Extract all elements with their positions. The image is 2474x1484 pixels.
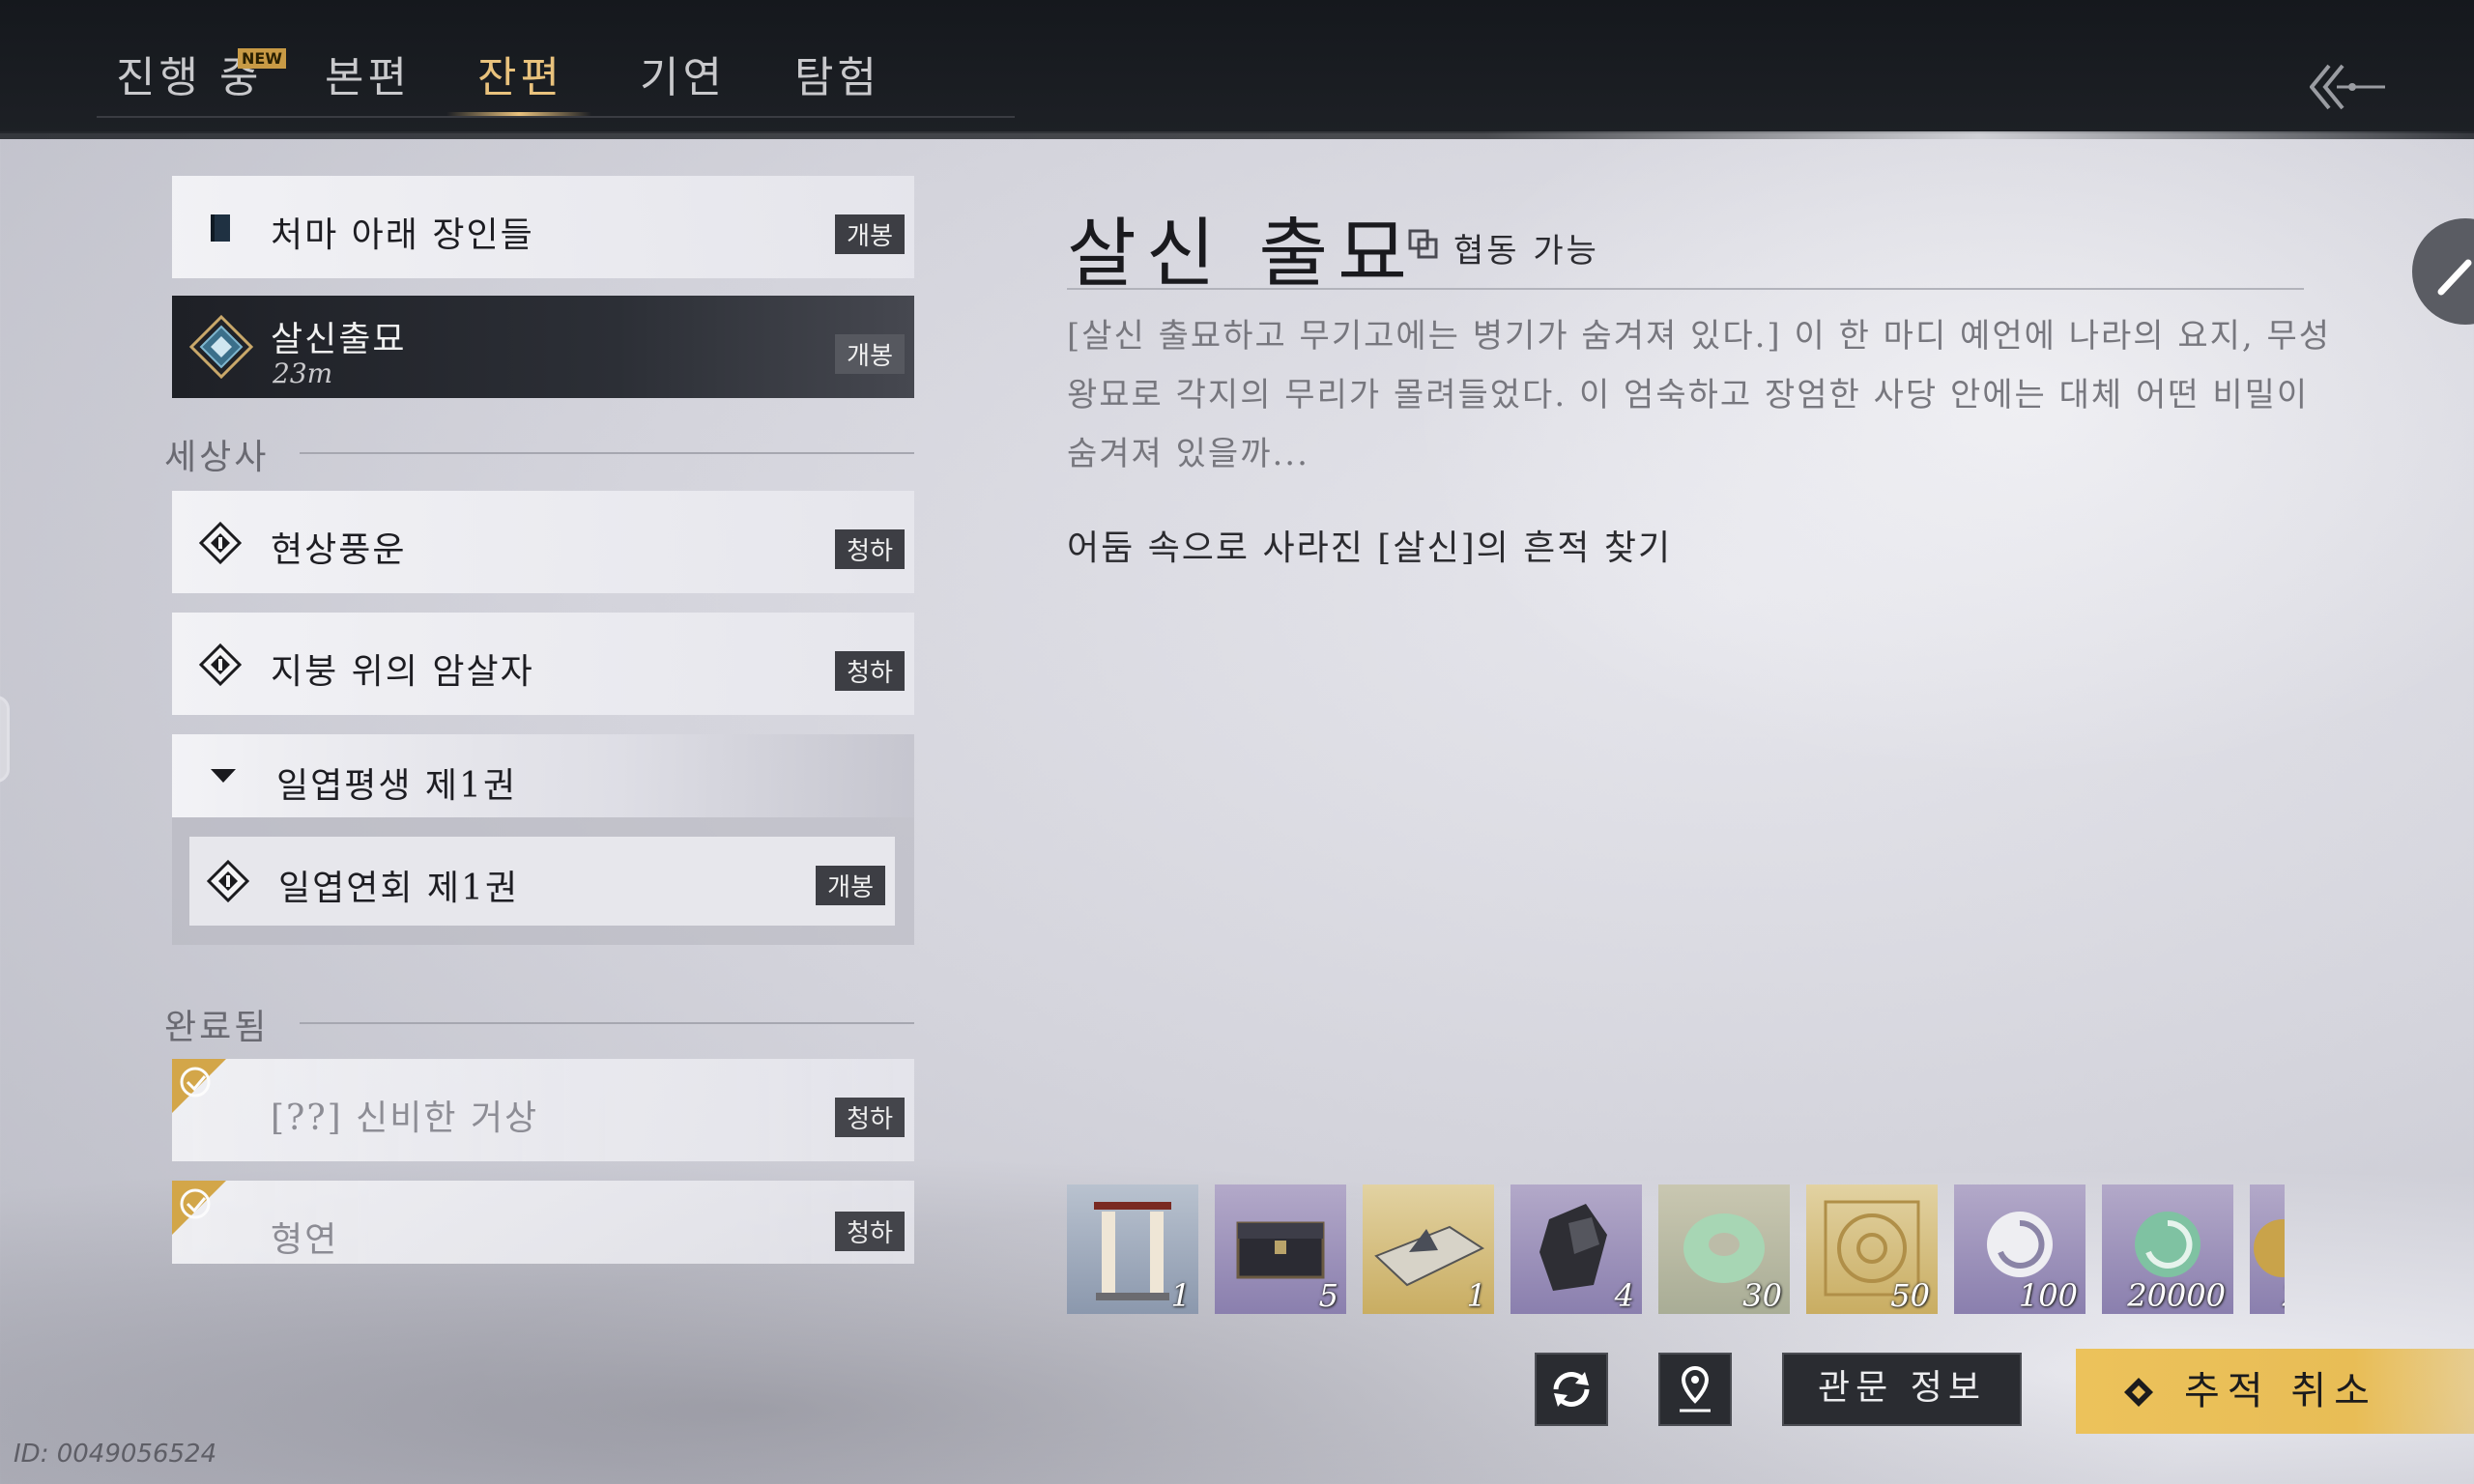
reward-item[interactable]: 30 xyxy=(1658,1184,1790,1314)
reward-count: 1 xyxy=(1466,1277,1486,1314)
reward-item[interactable]: 1 xyxy=(1363,1184,1494,1314)
reward-item[interactable]: 5 xyxy=(1215,1184,1346,1314)
tab-side-story[interactable]: 잔편 xyxy=(477,43,563,104)
quest-item-label: [??] 신비한 거상 xyxy=(271,1099,539,1138)
quest-item-label: 살신출묘 xyxy=(271,320,407,359)
book-icon xyxy=(211,214,230,242)
quest-status-badge: 개봉 xyxy=(835,334,905,374)
title-divider xyxy=(1067,288,2304,290)
reward-item[interactable]: 50 xyxy=(1806,1184,1938,1314)
reward-count: 30 xyxy=(1742,1277,1782,1314)
active-tab-indicator xyxy=(446,112,591,116)
reward-item[interactable]: 2 xyxy=(2250,1184,2285,1314)
section-header-world: 세상사 xyxy=(164,438,270,477)
new-badge: NEW xyxy=(238,48,286,69)
refresh-icon xyxy=(1553,1372,1590,1407)
section-divider xyxy=(300,1022,914,1024)
side-handle[interactable] xyxy=(0,696,10,783)
section-header-completed: 완료됨 xyxy=(164,1008,270,1047)
quest-item[interactable]: 현상풍운 청하 xyxy=(172,491,914,593)
reward-count: 2 xyxy=(2283,1277,2285,1314)
reward-count: 20000 xyxy=(2127,1277,2226,1314)
reward-count: 100 xyxy=(2018,1277,2078,1314)
cancel-tracking-label: 추적 취소 xyxy=(2184,1369,2377,1413)
reward-item[interactable]: 4 xyxy=(1510,1184,1642,1314)
completed-quest-item[interactable]: 형연 청하 xyxy=(172,1181,914,1264)
tab-encounter[interactable]: 기연 xyxy=(640,43,726,104)
section-divider xyxy=(300,452,914,454)
quest-status-badge: 청하 xyxy=(835,651,905,691)
pen-icon xyxy=(2437,259,2472,296)
reward-item[interactable]: 100 xyxy=(1954,1184,2086,1314)
edit-pen-button[interactable] xyxy=(2412,218,2474,325)
quest-diamond-icon xyxy=(188,314,254,380)
quest-item[interactable]: 처마 아래 장인들 개봉 xyxy=(172,176,914,278)
user-id: ID: 0049056524 xyxy=(14,1440,217,1469)
tab-divider xyxy=(97,116,1015,118)
reward-count: 50 xyxy=(1890,1277,1930,1314)
check-icon xyxy=(172,1059,226,1113)
quest-group-header[interactable]: 일엽평생 제1권 xyxy=(172,734,914,817)
refresh-button[interactable] xyxy=(1535,1353,1608,1426)
quest-title: 살신 출묘 xyxy=(1067,211,1417,298)
reward-count: 4 xyxy=(1614,1277,1634,1314)
quest-status-badge: 청하 xyxy=(835,1098,905,1137)
collapse-arrow-icon xyxy=(211,769,236,783)
quest-item-label: 처마 아래 장인들 xyxy=(271,215,534,255)
quest-status-badge: 청하 xyxy=(835,1212,905,1251)
quest-diamond-icon xyxy=(199,522,242,564)
quest-diamond-icon xyxy=(207,860,249,902)
quest-description: [살신 출묘하고 무기고에는 병기가 숨겨져 있다.] 이 한 마디 예언에 나… xyxy=(1067,317,2332,473)
quest-item-label: 지붕 위의 암살자 xyxy=(271,652,534,692)
quest-item-selected[interactable]: 살신출묘 23m 개봉 xyxy=(172,296,914,398)
quest-status-badge: 청하 xyxy=(835,529,905,569)
tab-main-story[interactable]: 본편 xyxy=(325,43,411,104)
coop-icon xyxy=(1408,229,1438,259)
quest-item-label: 형연 xyxy=(271,1220,339,1260)
map-pin-icon xyxy=(1680,1365,1711,1413)
locate-button[interactable] xyxy=(1658,1353,1732,1426)
reward-item[interactable]: 20000 xyxy=(2102,1184,2233,1314)
tab-exploration[interactable]: 탐험 xyxy=(794,43,880,104)
reward-count: 1 xyxy=(1170,1277,1191,1314)
stage-info-button[interactable]: 관문 정보 xyxy=(1782,1353,2022,1426)
gold-coin-icon xyxy=(2254,1219,2285,1277)
coop-label: 협동 가능 xyxy=(1453,232,1599,271)
quest-item[interactable]: 지붕 위의 암살자 청하 xyxy=(172,613,914,715)
quest-objective: 어둠 속으로 사라진 [살신]의 흔적 찾기 xyxy=(1067,528,1673,568)
quest-group-label: 일엽평생 제1권 xyxy=(276,766,518,806)
quest-status-badge: 개봉 xyxy=(816,866,885,905)
diamond-icon xyxy=(2124,1378,2153,1407)
quest-diamond-icon xyxy=(199,643,242,686)
reward-item[interactable]: 1 xyxy=(1067,1184,1198,1314)
quest-status-badge: 개봉 xyxy=(835,214,905,254)
quest-item-label: 현상풍운 xyxy=(271,530,407,570)
cancel-tracking-button[interactable]: 추적 취소 xyxy=(2076,1349,2474,1434)
quest-subitem[interactable]: 일엽연회 제1권 개봉 xyxy=(189,837,895,926)
quest-distance: 23m xyxy=(273,357,333,389)
back-arrow-icon[interactable] xyxy=(2310,58,2387,116)
completed-quest-item[interactable]: [??] 신비한 거상 청하 xyxy=(172,1059,914,1161)
reward-count: 5 xyxy=(1318,1277,1338,1314)
top-nav-bar: 진행 중 NEW 본편 잔편 기연 탐험 xyxy=(0,0,2474,139)
quest-item-label: 일엽연회 제1권 xyxy=(278,869,520,908)
check-icon xyxy=(172,1181,226,1235)
